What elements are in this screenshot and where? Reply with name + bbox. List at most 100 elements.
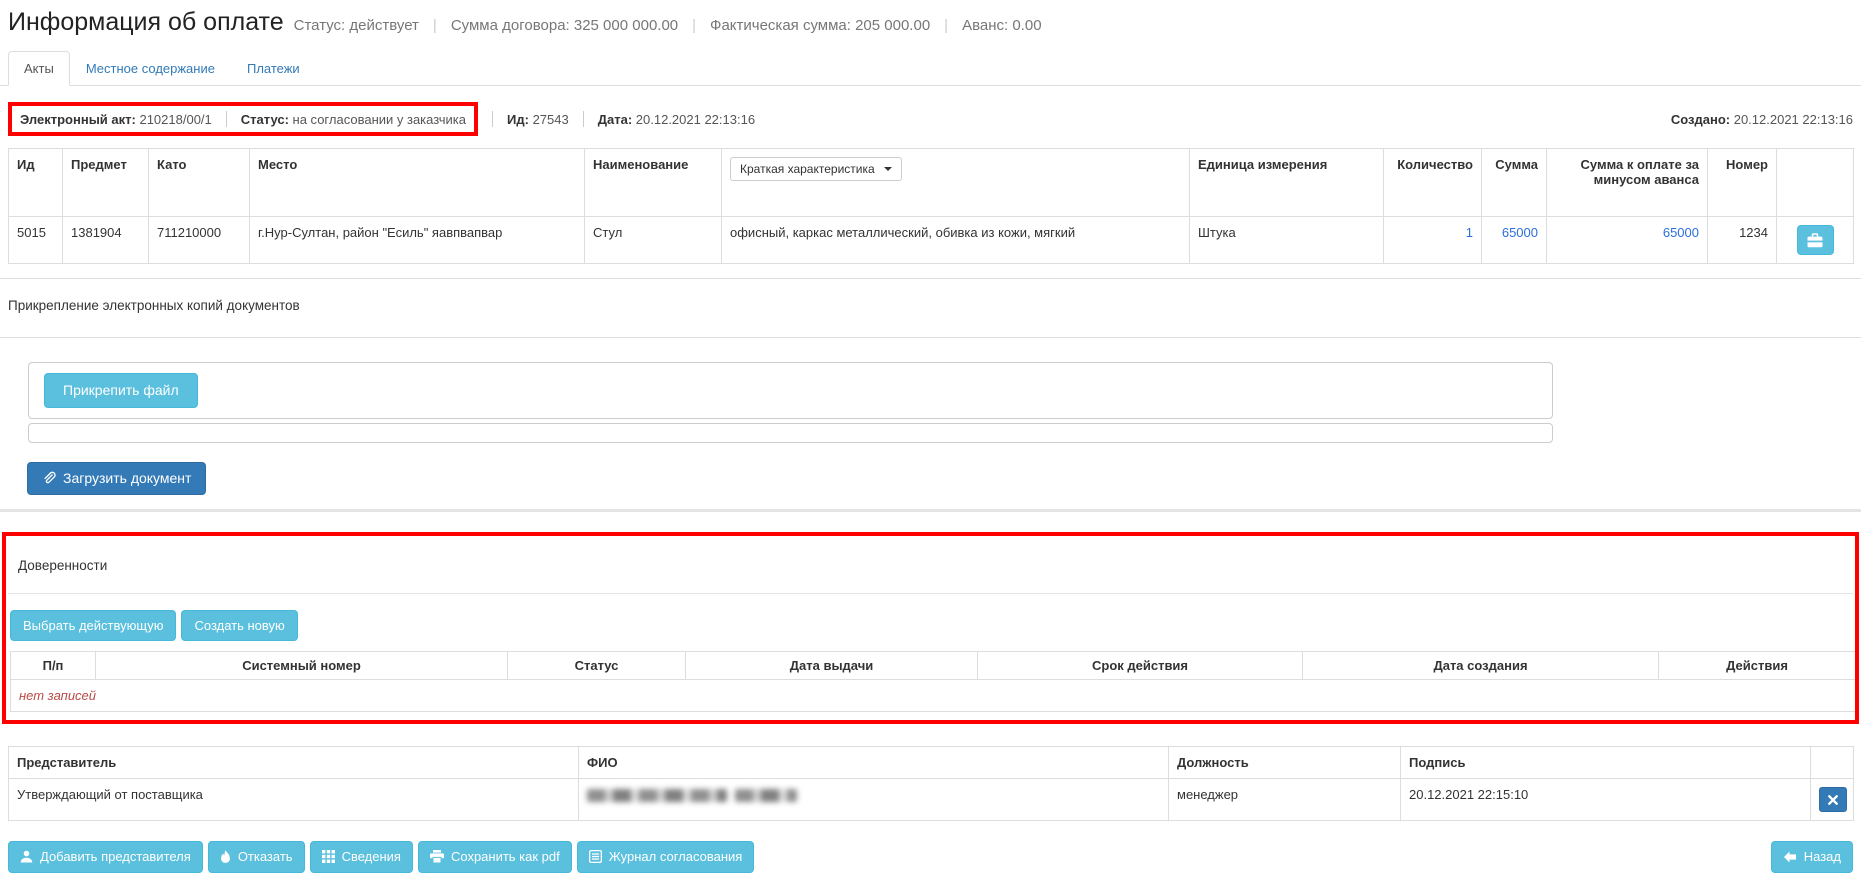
representative-signature: 20.12.2021 22:15:10	[1401, 779, 1811, 821]
journal-icon	[589, 850, 602, 863]
col-header-validity: Срок действия	[978, 652, 1303, 680]
item-unit: Штука	[1190, 217, 1384, 264]
details-button[interactable]: Сведения	[310, 841, 413, 873]
actual-sum: Фактическая сумма: 205 000.00	[710, 17, 930, 34]
col-header-num: П/п	[11, 652, 96, 680]
characteristic-dropdown-button[interactable]: Краткая характеристика	[730, 157, 902, 181]
item-number: 1234	[1708, 217, 1777, 264]
item-name: Стул	[585, 217, 722, 264]
col-header-position: Должность	[1169, 747, 1401, 779]
col-header-number: Номер	[1708, 149, 1777, 217]
representative-role: Утверждающий от поставщика	[9, 779, 579, 821]
x-icon	[1828, 795, 1838, 805]
annotation-box-act-status: Электронный акт: 210218/00/1 Статус: на …	[8, 102, 478, 136]
act-id-label: Ид:	[507, 112, 529, 127]
tab-local-content[interactable]: Местное содержание	[70, 51, 231, 86]
contract-status: Статус: действует	[294, 17, 419, 34]
create-new-proxy-button[interactable]: Создать новую	[181, 610, 297, 642]
add-representative-button[interactable]: Добавить представителя	[8, 841, 203, 873]
act-info-bar: Электронный акт: 210218/00/1 Статус: на …	[8, 86, 1853, 148]
col-header-characteristic: Краткая характеристика	[722, 149, 1190, 217]
footer-toolbar: Добавить представителя Отказать Сведения	[8, 841, 1853, 873]
select-active-proxy-label: Выбрать действующую	[23, 618, 163, 634]
items-header-row: Ид Предмет Като Место Наименование Кратк…	[9, 149, 1854, 217]
proxies-toolbar: Выбрать действующую Создать новую	[10, 610, 1851, 642]
save-as-pdf-button[interactable]: Сохранить как pdf	[418, 841, 572, 873]
divider	[226, 111, 227, 127]
attachments-section: Прикрепление электронных копий документо…	[8, 278, 1853, 512]
representatives-table: Представитель ФИО Должность Подпись Утве…	[8, 746, 1854, 821]
approval-journal-button[interactable]: Журнал согласования	[577, 841, 755, 873]
representative-position: менеджер	[1169, 779, 1401, 821]
act-created: Создано: 20.12.2021 22:13:16	[1671, 112, 1853, 127]
upload-document-label: Загрузить документ	[63, 470, 191, 487]
fire-icon	[220, 850, 231, 863]
col-header-quantity: Количество	[1384, 149, 1482, 217]
attach-file-label: Прикрепить файл	[63, 382, 179, 399]
col-header-actions	[1811, 747, 1854, 779]
contract-sum: Сумма договора: 325 000 000.00	[451, 17, 678, 34]
col-header-issue-date: Дата выдачи	[686, 652, 978, 680]
act-date-value: 20.12.2021 22:13:16	[636, 112, 755, 127]
act-id: Ид: 27543	[507, 112, 569, 127]
select-active-proxy-button[interactable]: Выбрать действующую	[10, 610, 176, 642]
tab-acts[interactable]: Акты	[8, 51, 70, 86]
advance-sum: Аванс: 0.00	[962, 17, 1041, 34]
col-header-created-date: Дата создания	[1303, 652, 1659, 680]
attach-file-button[interactable]: Прикрепить файл	[44, 373, 198, 408]
col-header-id: Ид	[9, 149, 63, 217]
page-title: Информация об оплате	[8, 8, 284, 37]
payment-info-page: Информация об оплате Статус: действует |…	[0, 0, 1861, 873]
upload-document-button[interactable]: Загрузить документ	[27, 462, 206, 495]
representative-fio-cell	[579, 779, 1169, 821]
item-actions-cell	[1777, 217, 1854, 264]
caret-down-icon	[884, 167, 892, 171]
item-briefcase-button[interactable]	[1797, 225, 1834, 255]
electronic-act: Электронный акт: 210218/00/1	[20, 112, 212, 127]
col-header-actions: Действия	[1659, 652, 1856, 680]
act-items-table: Ид Предмет Като Место Наименование Кратк…	[8, 148, 1854, 264]
col-header-unit: Единица измерения	[1190, 149, 1384, 217]
file-drop-area: Прикрепить файл	[28, 362, 1553, 419]
col-header-system-number: Системный номер	[96, 652, 508, 680]
back-label: Назад	[1804, 849, 1841, 865]
representative-actions-cell	[1811, 779, 1854, 821]
divider: |	[433, 17, 437, 34]
characteristic-dropdown-label: Краткая характеристика	[740, 162, 875, 176]
tab-payments[interactable]: Платежи	[231, 51, 316, 86]
back-button[interactable]: Назад	[1771, 841, 1853, 873]
approval-journal-label: Журнал согласования	[609, 849, 743, 865]
item-place: г.Нур-Султан, район "Есиль" яавпвапвар	[250, 217, 585, 264]
item-characteristic: офисный, каркас металлический, обивка из…	[722, 217, 1190, 264]
item-kato: 711210000	[149, 217, 250, 264]
proxies-table: П/п Системный номер Статус Дата выдачи С…	[10, 651, 1856, 712]
arrow-left-icon	[1783, 851, 1797, 863]
col-header-actions	[1777, 149, 1854, 217]
tab-bar: Акты Местное содержание Платежи	[0, 51, 1861, 86]
col-header-subject: Предмет	[63, 149, 149, 217]
proxies-title: Доверенности	[8, 536, 1853, 594]
refuse-label: Отказать	[238, 849, 293, 865]
act-created-label: Создано:	[1671, 112, 1730, 127]
printer-icon	[430, 850, 444, 863]
item-row: 5015 1381904 711210000 г.Нур-Султан, рай…	[9, 217, 1854, 264]
col-header-status: Статус	[508, 652, 686, 680]
item-sum-minus-advance-link[interactable]: 65000	[1547, 217, 1708, 264]
item-sum-link[interactable]: 65000	[1482, 217, 1547, 264]
item-quantity-link[interactable]: 1	[1384, 217, 1482, 264]
representative-row: Утверждающий от поставщика менеджер 20.1…	[9, 779, 1854, 821]
details-label: Сведения	[342, 849, 401, 865]
user-icon	[20, 850, 33, 863]
col-header-place: Место	[250, 149, 585, 217]
add-representative-label: Добавить представителя	[40, 849, 191, 865]
refuse-button[interactable]: Отказать	[208, 841, 305, 873]
act-created-value: 20.12.2021 22:13:16	[1734, 112, 1853, 127]
proxies-header-row: П/п Системный номер Статус Дата выдачи С…	[11, 652, 1856, 680]
remove-representative-button[interactable]	[1819, 787, 1847, 812]
attached-files-list	[28, 423, 1553, 443]
col-header-representative: Представитель	[9, 747, 579, 779]
save-as-pdf-label: Сохранить как pdf	[451, 849, 560, 865]
item-id: 5015	[9, 217, 63, 264]
proxies-section: Доверенности Выбрать действующую Создать…	[2, 532, 1859, 725]
no-records-text: нет записей	[11, 680, 1856, 712]
